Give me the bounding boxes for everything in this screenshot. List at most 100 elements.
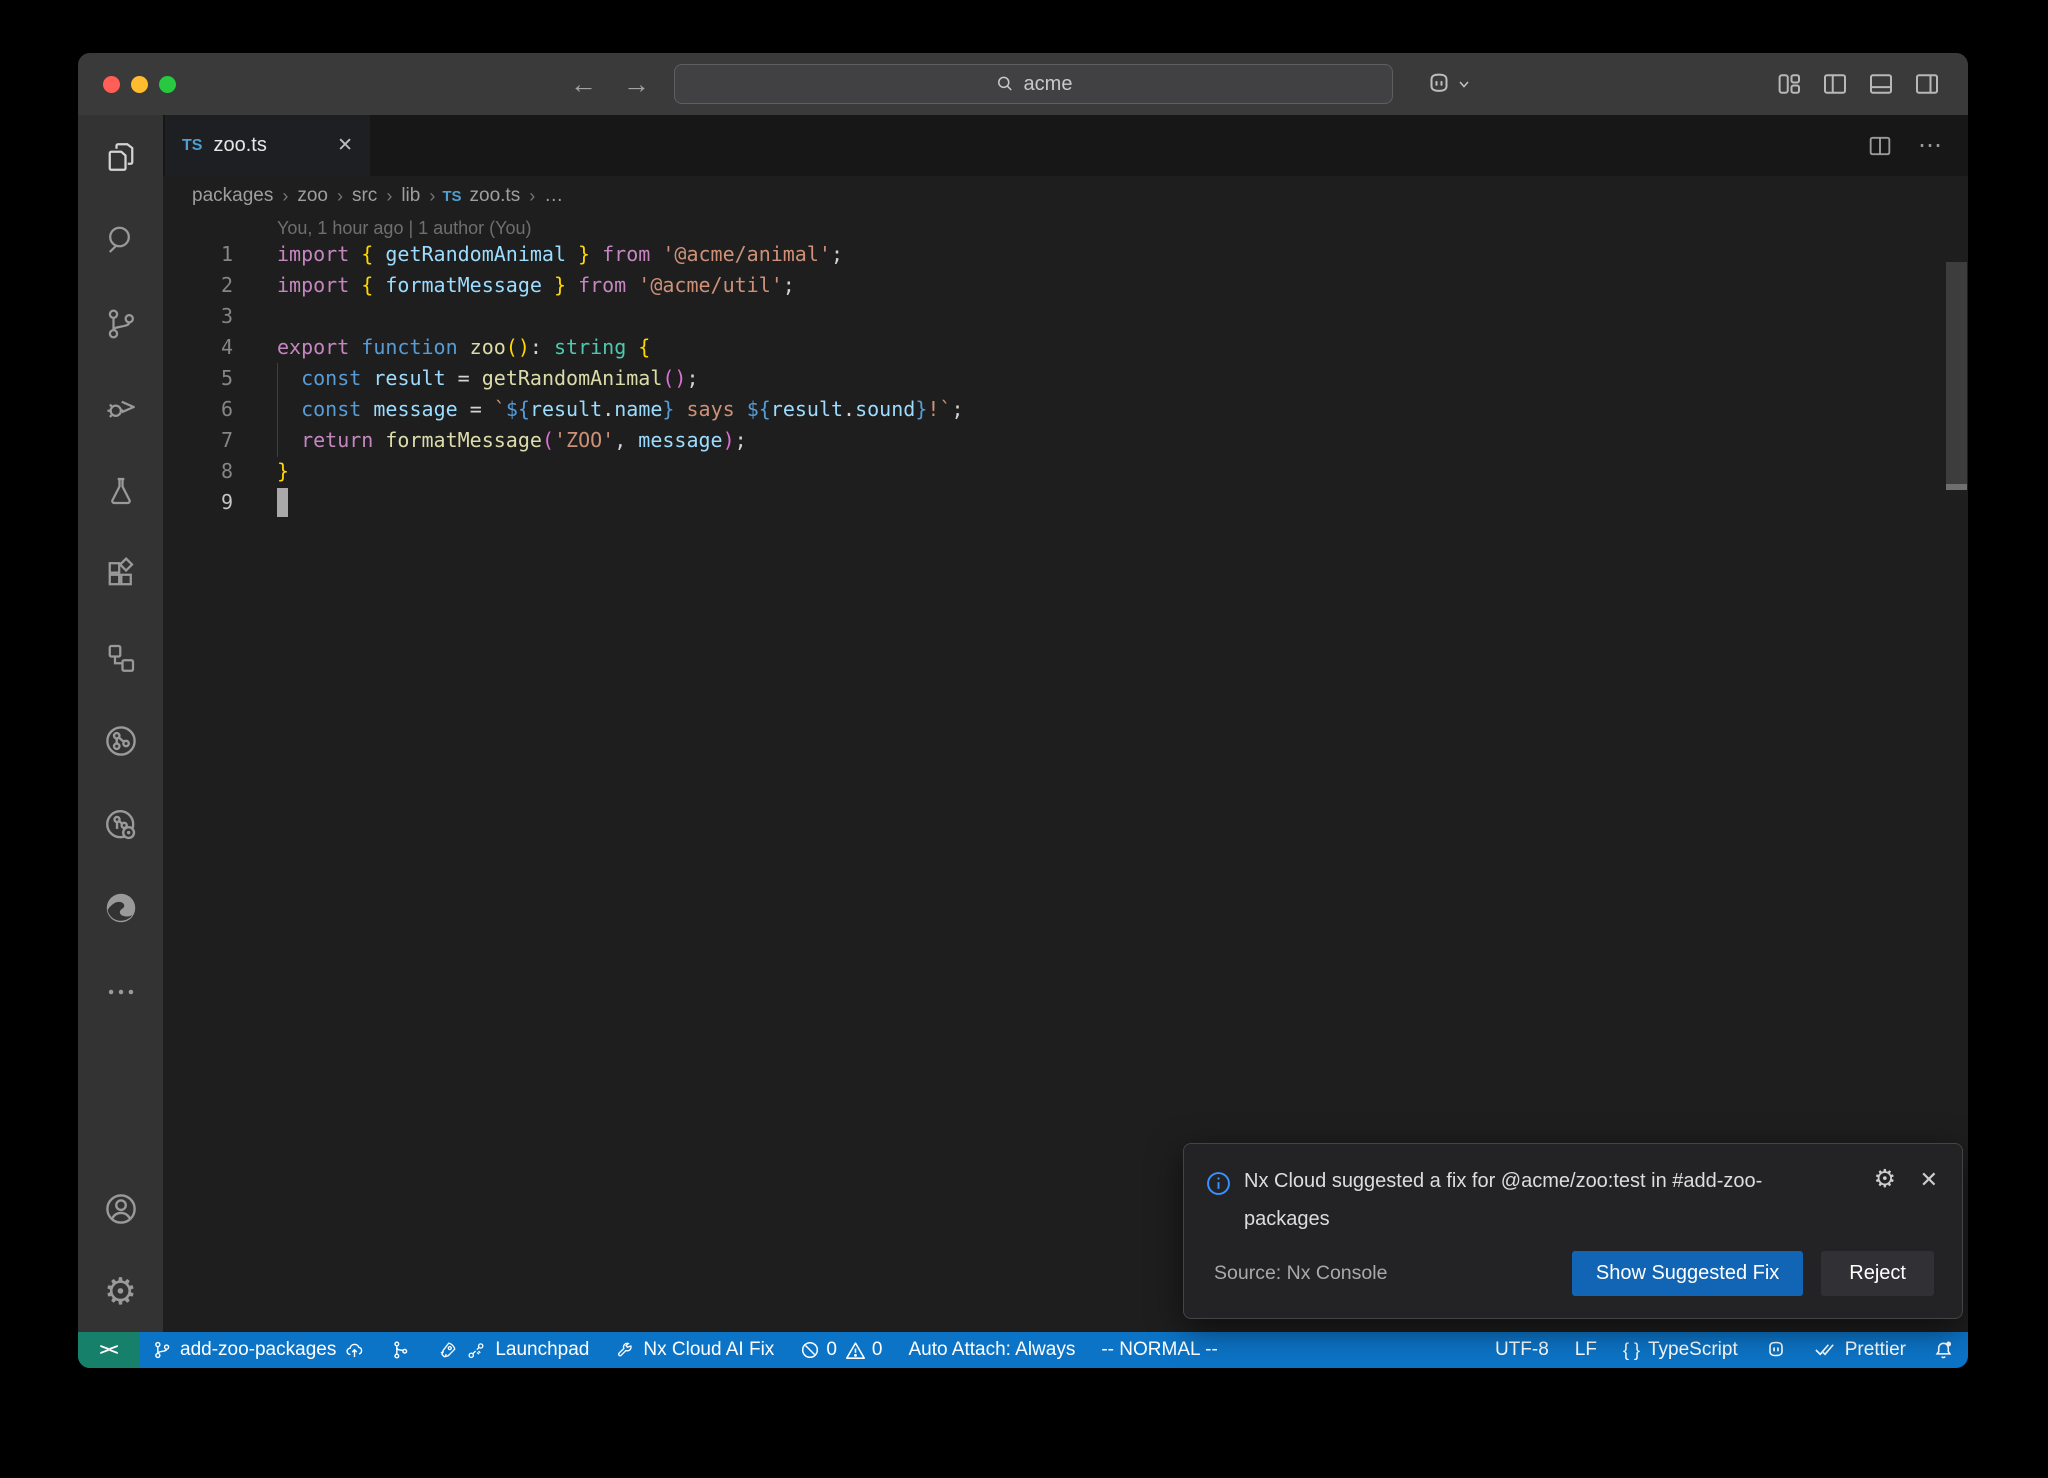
code-line-8[interactable]: 8} (163, 456, 1938, 487)
auto-attach-label: Auto Attach: Always (908, 1339, 1075, 1361)
microsoft-edge-icon[interactable] (78, 867, 163, 951)
auto-attach-item[interactable]: Auto Attach: Always (895, 1332, 1088, 1368)
token: result (373, 366, 445, 390)
code-line-9[interactable]: 9 (163, 487, 1938, 518)
token: ) (518, 335, 530, 359)
token: result (771, 397, 843, 421)
token (650, 242, 662, 266)
nx-cloud-ai-fix-label: Nx Cloud AI Fix (643, 1339, 774, 1361)
code-line-7[interactable]: 7 return formatMessage('ZOO', message); (163, 425, 1938, 456)
nx-console-icon[interactable] (78, 700, 163, 784)
language-mode-item[interactable]: { } TypeScript (1610, 1332, 1751, 1368)
extensions-icon[interactable] (78, 533, 163, 617)
close-window-button[interactable] (103, 76, 120, 93)
code-line-6[interactable]: 6 const message = `${result.name} says $… (163, 394, 1938, 425)
warning-count: 0 (872, 1339, 883, 1361)
additional-views-icon[interactable] (78, 950, 163, 1034)
notification-close-icon[interactable]: ✕ (1920, 1167, 1938, 1193)
tab-zoo-ts[interactable]: TS zoo.ts ✕ (165, 115, 370, 176)
token (458, 335, 470, 359)
eol-item[interactable]: LF (1562, 1332, 1610, 1368)
line-number-4[interactable]: 4 (163, 332, 233, 363)
minimize-window-button[interactable] (131, 76, 148, 93)
language-label: TypeScript (1648, 1339, 1738, 1361)
nx-cloud-icon[interactable] (78, 783, 163, 867)
copilot-icon (1424, 69, 1454, 99)
breadcrumb-overflow[interactable]: … (544, 185, 563, 207)
line-number-9[interactable]: 9 (163, 487, 233, 518)
copilot-icon (1764, 1338, 1788, 1362)
toggle-panel-icon[interactable] (1866, 69, 1896, 99)
tab-close-icon[interactable]: ✕ (337, 134, 353, 157)
breadcrumb-item-src[interactable]: src (352, 185, 377, 207)
breadcrumb-item-lib[interactable]: lib (401, 185, 420, 207)
line-number-1[interactable]: 1 (163, 239, 233, 270)
toggle-secondary-sidebar-icon[interactable] (1912, 69, 1942, 99)
token: says (674, 397, 746, 421)
tab-label: zoo.ts (213, 134, 266, 157)
code-line-2[interactable]: 2import { formatMessage } from '@acme/ut… (163, 270, 1938, 301)
token (482, 397, 494, 421)
scrollbar-thumb[interactable] (1946, 262, 1967, 486)
nx-pipeline-item[interactable] (378, 1332, 424, 1368)
overview-ruler-cursor-mark (1946, 484, 1967, 490)
notifications-item[interactable] (1919, 1332, 1968, 1368)
line-number-7[interactable]: 7 (163, 425, 233, 456)
token: ; (831, 242, 843, 266)
token: const (301, 366, 361, 390)
token: formatMessage (385, 428, 542, 452)
search-icon[interactable] (78, 199, 163, 283)
code-line-1[interactable]: 1import { getRandomAnimal } from '@acme/… (163, 239, 1938, 270)
reject-button[interactable]: Reject (1821, 1251, 1934, 1296)
command-center-search[interactable]: acme (674, 64, 1393, 104)
token: } (662, 397, 674, 421)
token: const (301, 397, 361, 421)
split-editor-icon[interactable] (1866, 132, 1894, 160)
explorer-icon[interactable] (78, 115, 163, 199)
token: ( (506, 335, 518, 359)
testing-icon[interactable] (78, 449, 163, 533)
run-and-debug-icon[interactable] (78, 366, 163, 450)
code-line-4[interactable]: 4export function zoo(): string { (163, 332, 1938, 363)
notification-settings-icon[interactable]: ⚙ (1874, 1166, 1896, 1191)
customize-layout-icon[interactable] (1774, 69, 1804, 99)
remote-explorer-icon[interactable] (78, 616, 163, 700)
remote-indicator[interactable]: >< (78, 1332, 139, 1368)
toggle-primary-sidebar-icon[interactable] (1820, 69, 1850, 99)
token: : (530, 335, 542, 359)
chevron-down-icon (1457, 77, 1471, 91)
maximize-window-button[interactable] (159, 76, 176, 93)
code-line-3[interactable]: 3 (163, 301, 1938, 332)
source-control-icon[interactable] (78, 282, 163, 366)
breadcrumb-item-packages[interactable]: packages (192, 185, 273, 207)
encoding-item[interactable]: UTF-8 (1482, 1332, 1562, 1368)
breadcrumb-item-zoo[interactable]: zoo (297, 185, 328, 207)
eol-label: LF (1575, 1339, 1597, 1361)
errors-icon (800, 1340, 820, 1360)
token: = (458, 366, 470, 390)
nx-cloud-ai-fix-item[interactable]: Nx Cloud AI Fix (602, 1332, 787, 1368)
formatter-item[interactable]: Prettier (1801, 1332, 1919, 1368)
copilot-status-item[interactable] (1751, 1332, 1801, 1368)
line-number-6[interactable]: 6 (163, 394, 233, 425)
token (566, 273, 578, 297)
line-number-2[interactable]: 2 (163, 270, 233, 301)
wrench-icon (615, 1340, 635, 1360)
breadcrumb-item-zoo-ts[interactable]: zoo.ts (470, 185, 521, 207)
git-blame-annotation: You, 1 hour ago | 1 author (You) (277, 218, 532, 239)
show-suggested-fix-button[interactable]: Show Suggested Fix (1572, 1251, 1803, 1296)
copilot-menu[interactable] (1424, 53, 1471, 115)
launchpad-item[interactable]: Launchpad (424, 1332, 602, 1368)
navigate-forward-icon[interactable]: → (623, 69, 650, 100)
code-line-5[interactable]: 5 const result = getRandomAnimal(); (163, 363, 1938, 394)
pipeline-icon (391, 1340, 411, 1360)
line-number-5[interactable]: 5 (163, 363, 233, 394)
navigate-back-icon[interactable]: ← (570, 69, 597, 100)
git-branch-item[interactable]: add-zoo-packages (139, 1332, 378, 1368)
line-number-8[interactable]: 8 (163, 456, 233, 487)
accounts-icon[interactable] (78, 1168, 163, 1250)
manage-settings-icon[interactable]: ⚙ (78, 1250, 163, 1332)
line-number-3[interactable]: 3 (163, 301, 233, 332)
problems-item[interactable]: 0 0 (787, 1332, 895, 1368)
vim-mode-item[interactable]: -- NORMAL -- (1088, 1332, 1230, 1368)
